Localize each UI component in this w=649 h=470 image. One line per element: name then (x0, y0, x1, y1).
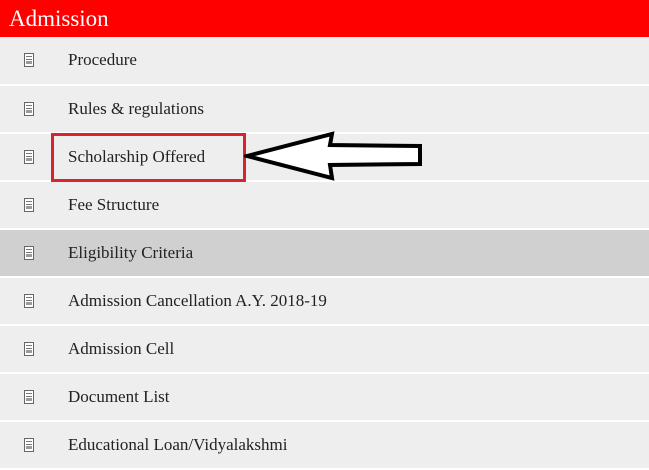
menu-item-label: Fee Structure (68, 195, 160, 214)
panel-header: Admission (0, 0, 649, 37)
menu-item-admission-cell[interactable]: Admission Cell (0, 326, 649, 372)
document-icon (24, 53, 34, 67)
panel-title: Admission (9, 6, 109, 31)
menu-item-eligibility-criteria[interactable]: Eligibility Criteria (0, 230, 649, 276)
menu-item-label: Procedure (68, 50, 137, 69)
admission-menu: Procedure Rules & regulations Scholarshi… (0, 37, 649, 468)
document-icon (24, 102, 34, 116)
menu-item-procedure[interactable]: Procedure (0, 37, 649, 84)
menu-item-label: Admission Cancellation A.Y. 2018-19 (68, 291, 327, 310)
document-icon (24, 390, 34, 404)
menu-item-educational-loan[interactable]: Educational Loan/Vidyalakshmi (0, 422, 649, 468)
menu-item-document-list[interactable]: Document List (0, 374, 649, 420)
document-icon (24, 198, 34, 212)
menu-item-rules-regulations[interactable]: Rules & regulations (0, 86, 649, 132)
document-icon (24, 246, 34, 260)
menu-item-label: Admission Cell (68, 339, 175, 358)
menu-item-label: Eligibility Criteria (68, 243, 194, 262)
menu-item-admission-cancellation[interactable]: Admission Cancellation A.Y. 2018-19 (0, 278, 649, 324)
menu-item-label: Rules & regulations (68, 99, 204, 118)
menu-item-label: Educational Loan/Vidyalakshmi (68, 435, 288, 454)
document-icon (24, 294, 34, 308)
admission-panel: Admission Procedure Rules & regulations … (0, 0, 649, 468)
document-icon (24, 438, 34, 452)
document-icon (24, 342, 34, 356)
menu-item-label: Document List (68, 387, 170, 406)
menu-item-label: Scholarship Offered (68, 147, 206, 166)
document-icon (24, 150, 34, 164)
menu-item-scholarship-offered[interactable]: Scholarship Offered (0, 134, 649, 180)
menu-item-fee-structure[interactable]: Fee Structure (0, 182, 649, 228)
